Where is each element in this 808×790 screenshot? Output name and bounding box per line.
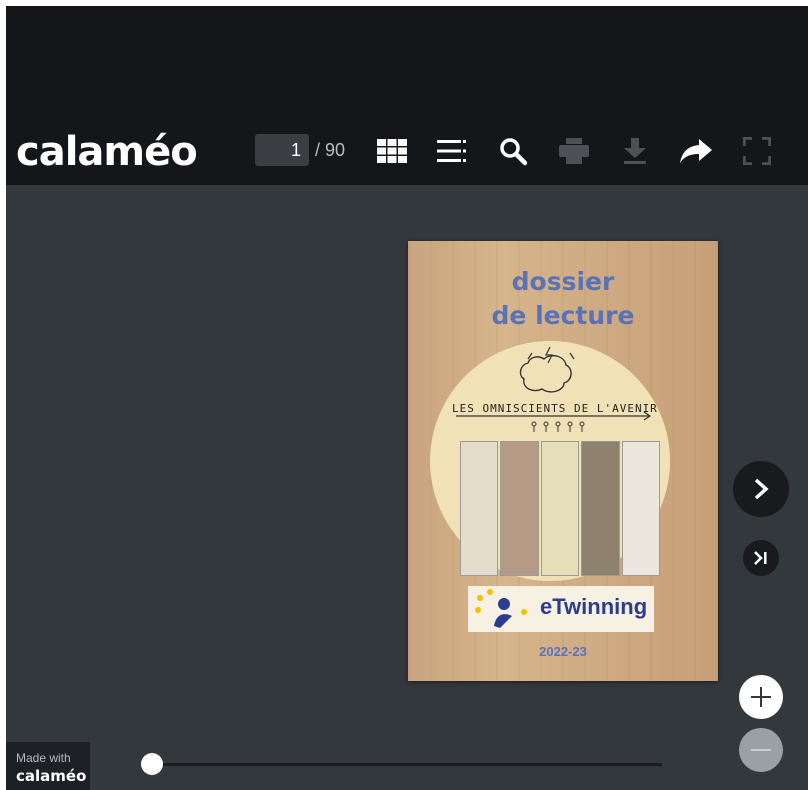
plus-icon — [751, 687, 771, 707]
logo-text: calaméo — [16, 129, 198, 175]
page-total: / 90 — [315, 140, 346, 160]
share-icon[interactable] — [679, 134, 713, 168]
made-with-brand: calaméo — [16, 767, 87, 785]
cover-title-line1: dossier — [511, 267, 615, 296]
grid-view-icon[interactable] — [375, 134, 409, 168]
minus-icon — [751, 749, 771, 751]
made-with-label: Made with — [16, 751, 71, 765]
calameo-logo[interactable]: calaméo — [16, 128, 198, 176]
fullscreen-icon[interactable] — [740, 134, 774, 168]
page-number-input[interactable]: 1 — [255, 134, 309, 166]
cover-year: 2022-23 — [539, 644, 587, 659]
chevron-right-icon — [754, 478, 769, 500]
table-of-contents-icon[interactable] — [435, 134, 469, 168]
etwinning-text: eTwinning — [540, 594, 648, 619]
zoom-in-button[interactable] — [739, 675, 783, 719]
cover-title-line2: de lecture — [491, 301, 635, 330]
next-page-button[interactable] — [733, 461, 789, 517]
page-slider-handle[interactable] — [141, 753, 163, 775]
print-icon[interactable] — [557, 134, 591, 168]
etwinning-logo: eTwinning — [468, 586, 654, 632]
search-icon[interactable] — [496, 134, 530, 168]
cover-character-strips — [460, 441, 662, 576]
zoom-out-button[interactable] — [739, 728, 783, 772]
page-slider-track[interactable] — [152, 763, 662, 766]
cover-banner-text: LES OMNISCIENTS DE L'AVENIR — [452, 402, 658, 415]
skip-to-end-icon — [754, 551, 767, 565]
download-icon[interactable] — [618, 134, 652, 168]
made-with-calameo-badge[interactable]: Made with calaméo — [6, 742, 90, 790]
last-page-button[interactable] — [743, 540, 779, 576]
document-cover-page[interactable]: dossier de lecture LES OMNISCIENTS DE L'… — [408, 241, 718, 681]
